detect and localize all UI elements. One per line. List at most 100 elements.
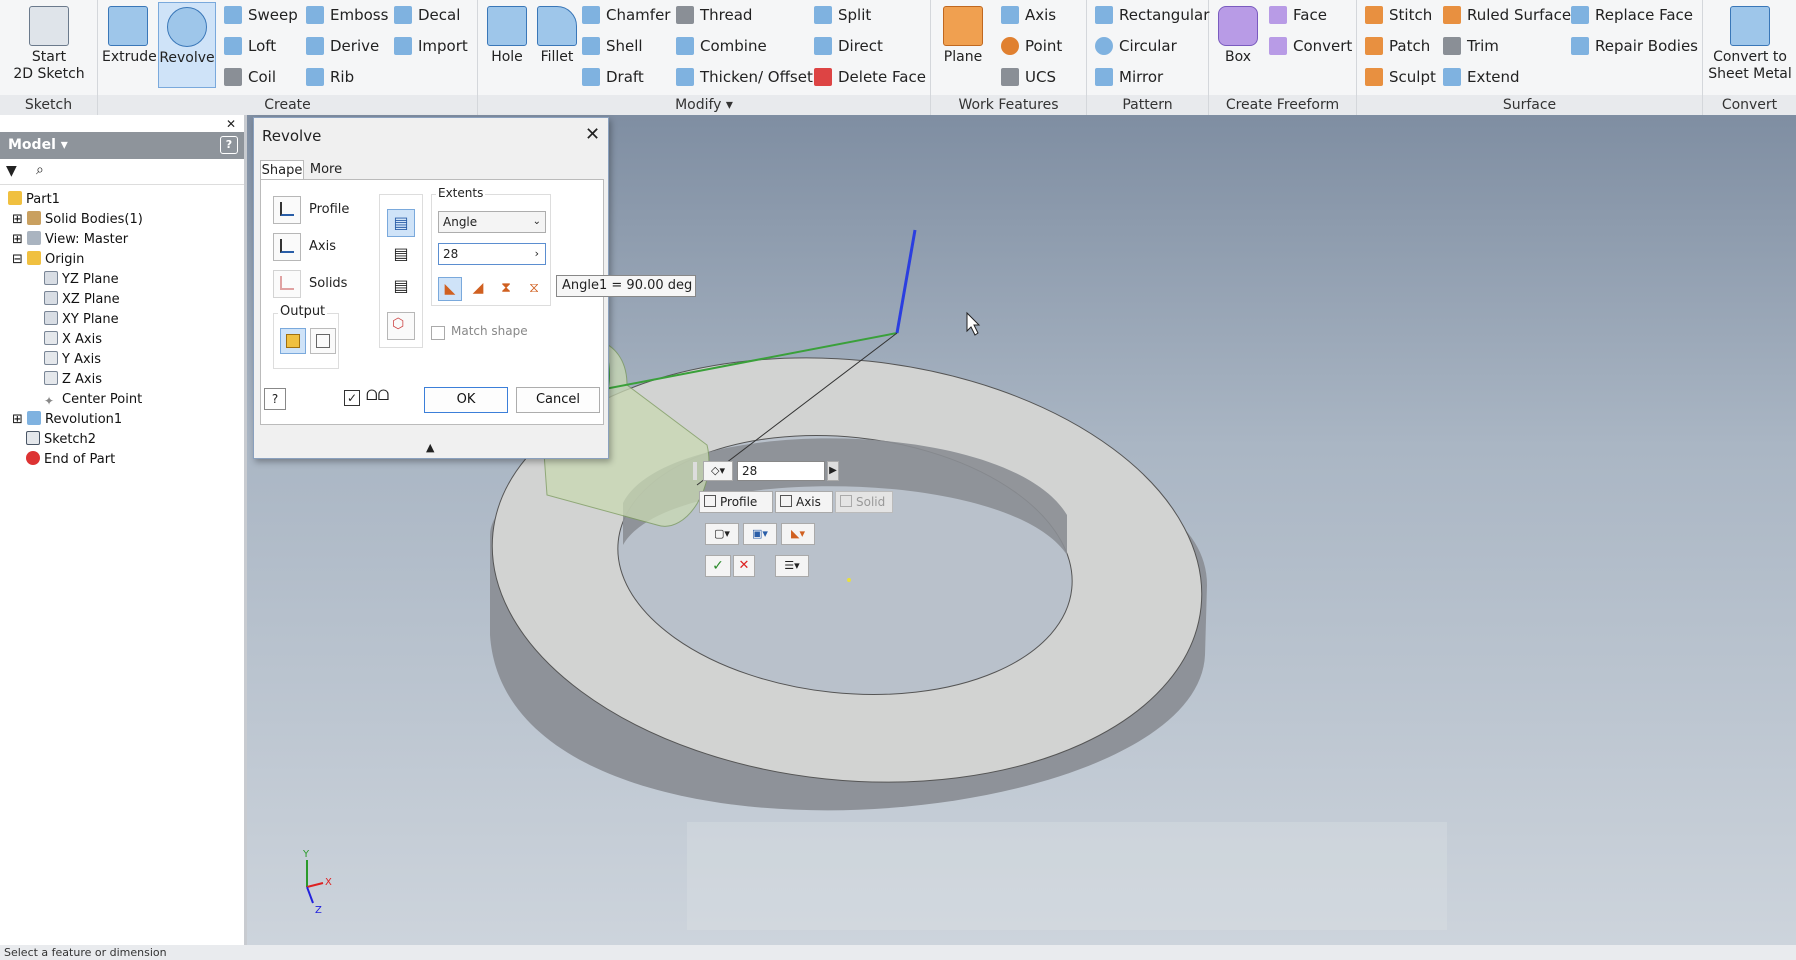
tab-more[interactable]: More	[306, 160, 346, 180]
import-button[interactable]: Import	[392, 33, 468, 59]
mini-toolbar-axis-button[interactable]: Axis	[775, 491, 833, 513]
thread-button[interactable]: Thread	[674, 2, 752, 28]
sweep-button[interactable]: Sweep	[222, 2, 298, 28]
tab-shape[interactable]: Shape	[260, 160, 304, 180]
expand-icon[interactable]: ⊞	[12, 232, 23, 247]
mini-toolbar-arrow-icon[interactable]: ▶	[827, 461, 839, 481]
tree-node-yz-plane[interactable]: YZ Plane	[44, 271, 119, 289]
loft-button[interactable]: Loft	[222, 33, 276, 59]
axis-select-button[interactable]	[273, 233, 301, 261]
mini-toolbar-angle-input[interactable]: 28	[737, 461, 825, 481]
panel-title-modify[interactable]: Modify ▾	[478, 95, 930, 115]
browser-header[interactable]: Model ▾ ?	[0, 132, 244, 159]
split-button[interactable]: Split	[812, 2, 871, 28]
tree-node-revolution1[interactable]: ⊞ Revolution1	[12, 411, 122, 429]
direction-1-icon[interactable]: ◣	[438, 277, 462, 301]
tree-node-part[interactable]: Part1	[8, 191, 60, 209]
dialog-help-icon[interactable]: ?	[264, 388, 286, 410]
box-button[interactable]: Box	[1213, 2, 1263, 88]
mini-toolbar-grip[interactable]	[693, 462, 697, 480]
collapse-icon[interactable]: ⊟	[12, 252, 23, 267]
stitch-button[interactable]: Stitch	[1363, 2, 1432, 28]
decal-button[interactable]: Decal	[392, 2, 460, 28]
binoculars-icon[interactable]: ⌕	[36, 162, 44, 178]
sculpt-button[interactable]: Sculpt	[1363, 64, 1436, 90]
shell-button[interactable]: Shell	[580, 33, 643, 59]
convert-freeform-button[interactable]: Convert	[1267, 33, 1352, 59]
expand-dialog-icon[interactable]: ▲	[426, 441, 434, 454]
derive-button[interactable]: Derive	[304, 33, 379, 59]
angle-input[interactable]: 28 ›	[438, 243, 546, 265]
direct-button[interactable]: Direct	[812, 33, 883, 59]
mini-direction-dropdown[interactable]: ◣▾	[781, 523, 815, 545]
glasses-icon[interactable]: ᗝᗝ	[366, 388, 389, 404]
match-shape-checkbox[interactable]	[431, 326, 445, 340]
solids-select-button[interactable]	[273, 270, 301, 298]
combine-button[interactable]: Combine	[674, 33, 767, 59]
chamfer-button[interactable]: Chamfer	[580, 2, 670, 28]
ucs-button[interactable]: UCS	[999, 64, 1056, 90]
mini-toolbar-solid-button[interactable]: Solid	[835, 491, 893, 513]
axis-button[interactable]: Axis	[999, 2, 1056, 28]
mini-ok-checkmark-icon[interactable]: ✓	[705, 555, 731, 577]
intersect-icon[interactable]: ▤	[387, 273, 415, 301]
filter-icon[interactable]: ▼	[6, 163, 17, 179]
preview-checkbox[interactable]: ✓	[344, 390, 360, 406]
output-solid-button[interactable]	[280, 328, 306, 354]
mini-operation-dropdown[interactable]: ▣▾	[743, 523, 777, 545]
help-icon[interactable]: ?	[220, 136, 238, 154]
repair-bodies-button[interactable]: Repair Bodies	[1569, 33, 1698, 59]
point-button[interactable]: Point	[999, 33, 1062, 59]
join-icon[interactable]: ▤	[387, 209, 415, 237]
mini-output-dropdown[interactable]: ▢▾	[705, 523, 739, 545]
tree-node-xy-plane[interactable]: XY Plane	[44, 311, 119, 329]
extents-dropdown[interactable]: Angle ⌄	[438, 211, 546, 233]
rectangular-button[interactable]: Rectangular	[1093, 2, 1209, 28]
dialog-close-icon[interactable]: ✕	[585, 124, 600, 145]
tree-node-y-axis[interactable]: Y Axis	[44, 351, 101, 369]
tree-node-origin[interactable]: ⊟ Origin	[12, 251, 84, 269]
symmetric-icon[interactable]: ⧗	[494, 277, 518, 301]
ruled-surface-button[interactable]: Ruled Surface	[1441, 2, 1571, 28]
emboss-button[interactable]: Emboss	[304, 2, 388, 28]
tree-node-end-of-part[interactable]: End of Part	[26, 451, 115, 469]
tree-node-xz-plane[interactable]: XZ Plane	[44, 291, 120, 309]
rib-button[interactable]: Rib	[304, 64, 354, 90]
coil-button[interactable]: Coil	[222, 64, 276, 90]
mini-options-menu-icon[interactable]: ☰▾	[775, 555, 809, 577]
circular-button[interactable]: Circular	[1093, 33, 1177, 59]
convert-sheet-metal-button[interactable]: Convert to Sheet Metal	[1706, 2, 1794, 88]
profile-select-button[interactable]	[273, 196, 301, 224]
asymmetric-icon[interactable]: ⧖	[522, 277, 546, 301]
ok-button[interactable]: OK	[424, 387, 508, 413]
revolve-button[interactable]: Revolve	[158, 2, 216, 88]
tree-node-center-point[interactable]: ✦ Center Point	[44, 391, 142, 409]
mini-toolbar-mode-dropdown[interactable]: ◇▾	[703, 461, 733, 481]
output-surface-button[interactable]	[310, 328, 336, 354]
draft-button[interactable]: Draft	[580, 64, 644, 90]
close-icon[interactable]: ✕	[226, 117, 236, 131]
tree-node-solid-bodies[interactable]: ⊞ Solid Bodies(1)	[12, 211, 143, 229]
thicken-offset-button[interactable]: Thicken/ Offset	[674, 64, 813, 90]
tree-node-x-axis[interactable]: X Axis	[44, 331, 102, 349]
extend-button[interactable]: Extend	[1441, 64, 1520, 90]
cancel-button[interactable]: Cancel	[516, 387, 600, 413]
hole-button[interactable]: Hole	[484, 2, 530, 88]
chevron-right-icon[interactable]: ›	[535, 244, 539, 264]
direction-2-icon[interactable]: ◢	[466, 277, 490, 301]
expand-icon[interactable]: ⊞	[12, 412, 23, 427]
start-2d-sketch-button[interactable]: Start 2D Sketch	[6, 2, 92, 88]
tree-node-z-axis[interactable]: Z Axis	[44, 371, 102, 389]
tree-node-sketch2[interactable]: Sketch2	[26, 431, 96, 449]
expand-icon[interactable]: ⊞	[12, 212, 23, 227]
delete-face-button[interactable]: Delete Face	[812, 64, 926, 90]
cut-icon[interactable]: ▤	[387, 241, 415, 269]
mirror-button[interactable]: Mirror	[1093, 64, 1163, 90]
replace-face-button[interactable]: Replace Face	[1569, 2, 1693, 28]
extrude-button[interactable]: Extrude	[102, 2, 157, 88]
plane-button[interactable]: Plane	[937, 2, 989, 88]
mini-toolbar-profile-button[interactable]: Profile	[699, 491, 773, 513]
fillet-button[interactable]: Fillet	[532, 2, 582, 88]
tree-node-view[interactable]: ⊞ View: Master	[12, 231, 128, 249]
patch-button[interactable]: Patch	[1363, 33, 1430, 59]
